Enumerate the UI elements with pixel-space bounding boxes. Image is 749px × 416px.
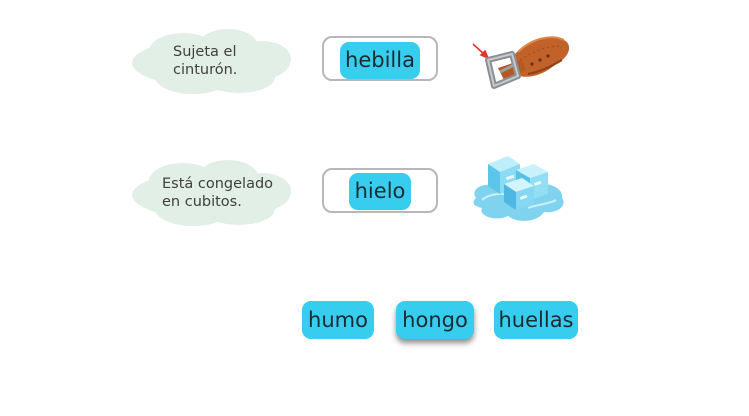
word-bank-humo[interactable]: humo — [302, 301, 374, 339]
ice-cubes-icon — [468, 150, 568, 235]
belt-icon — [468, 30, 572, 99]
word-bank-huellas[interactable]: huellas — [494, 301, 578, 339]
placed-word-hielo[interactable]: hielo — [349, 173, 411, 210]
clue-cloud-2: Está congelado en cubitos. — [131, 157, 293, 229]
placed-word-hebilla[interactable]: hebilla — [340, 42, 420, 79]
clue-cloud-1: Sujeta el cinturón. — [131, 25, 293, 97]
clue-text-2: Está congelado en cubitos. — [162, 176, 274, 210]
clue-text-1: Sujeta el cinturón. — [173, 44, 238, 78]
word-bank-hongo[interactable]: hongo — [396, 301, 474, 339]
